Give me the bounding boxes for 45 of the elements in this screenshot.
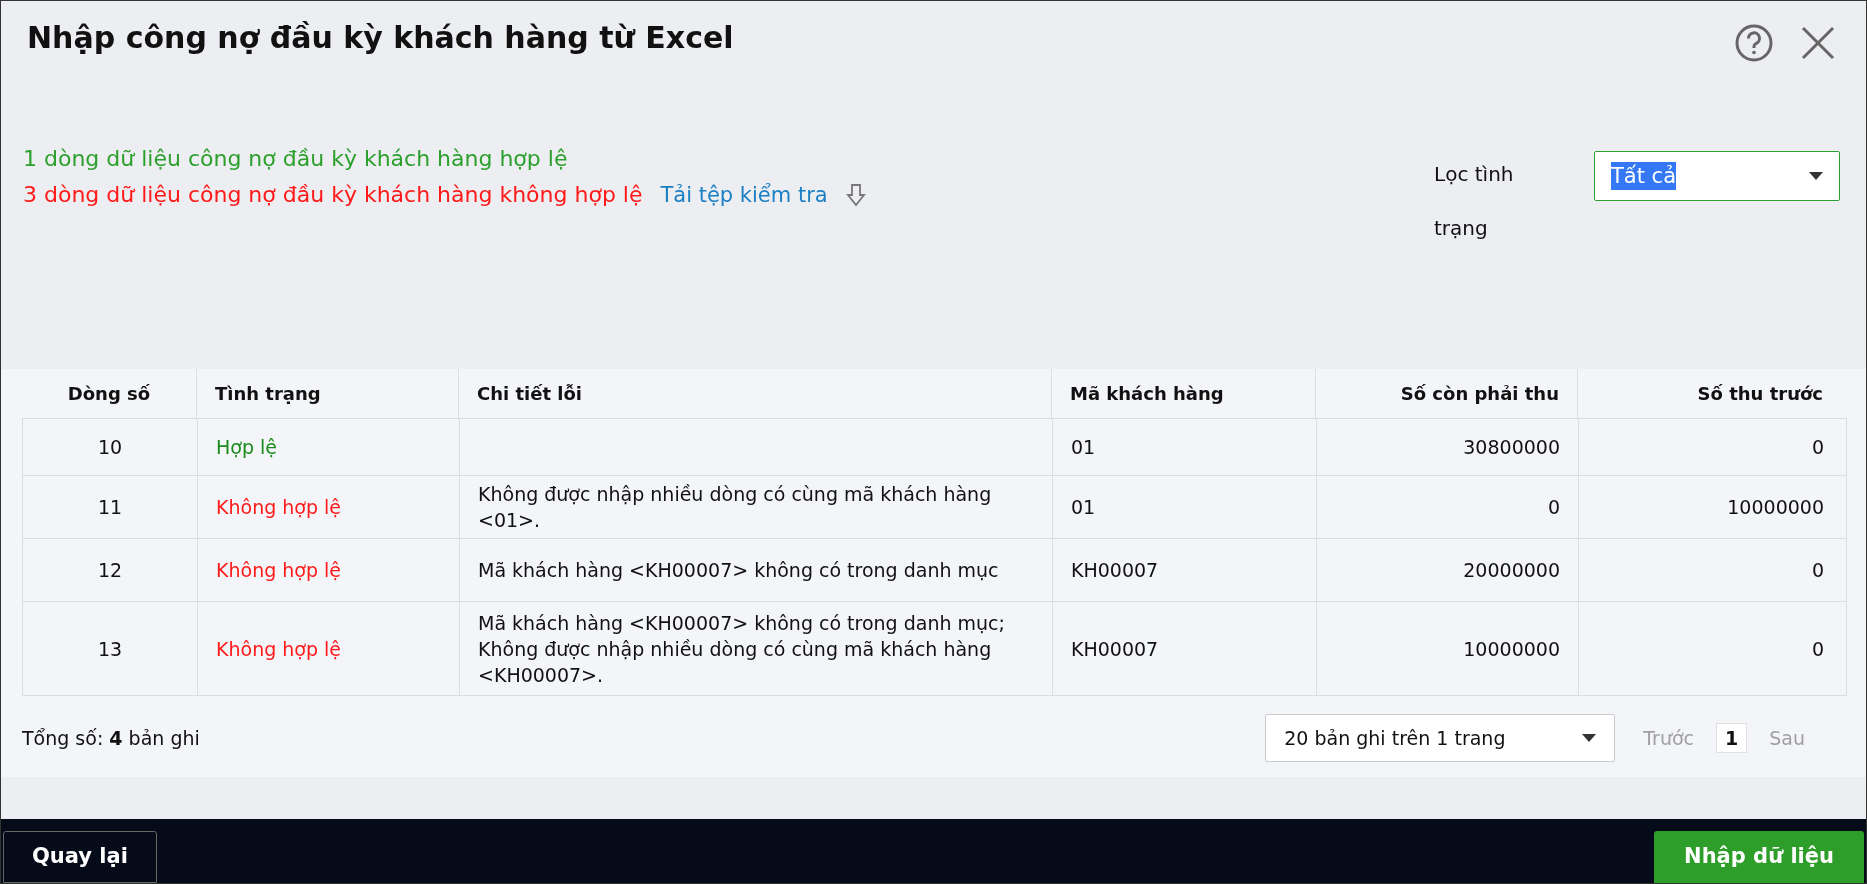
column-header: Dòng số bbox=[22, 369, 197, 418]
column-header: Tình trạng bbox=[197, 369, 459, 418]
download-arrow-icon[interactable] bbox=[845, 183, 866, 207]
invalid-rows-message: 3 dòng dữ liệu công nợ đầu kỳ khách hàng không hợp lệ bbox=[23, 181, 643, 209]
table-cell: 11 bbox=[23, 476, 198, 538]
table-cell: 13 bbox=[23, 602, 198, 695]
help-icon[interactable] bbox=[1734, 23, 1774, 63]
table-cell: 01 bbox=[1053, 419, 1317, 475]
table-cell: 10 bbox=[23, 419, 198, 475]
status-text: Hợp lệ bbox=[198, 419, 460, 475]
error-detail-text: Mã khách hàng <KH00007> không có trong danh mục; Không được nhập nhiều dòng có cùng mã khách hàng <KH00007>. bbox=[460, 602, 1053, 695]
dialog-title: Nhập công nợ đầu kỳ khách hàng từ Excel bbox=[27, 19, 734, 57]
column-header: Chi tiết lỗi bbox=[459, 369, 1052, 418]
table-cell-text: 0 bbox=[1810, 636, 1825, 662]
import-data-button[interactable]: Nhập dữ liệu bbox=[1654, 831, 1864, 883]
caret-icon bbox=[1809, 172, 1823, 180]
column-header: Mã khách hàng bbox=[1052, 369, 1316, 418]
table-cell-text: 0 bbox=[1810, 558, 1825, 583]
error-detail-text: Không được nhập nhiều dòng có cùng mã khách hàng <01>. bbox=[460, 476, 1053, 538]
table-cell: 12 bbox=[23, 539, 198, 601]
page-number-button[interactable]: 1 bbox=[1716, 723, 1748, 753]
status-text: Không hợp lệ bbox=[198, 476, 460, 538]
status-text: Không hợp lệ bbox=[198, 539, 460, 601]
table-cell: KH00007 bbox=[1053, 602, 1317, 695]
status-text: Không hợp lệ bbox=[198, 602, 460, 695]
table-cell: 10000000 bbox=[1317, 602, 1579, 695]
total-records-text: Tổng số: 4 bản ghi bbox=[22, 725, 200, 751]
table-cell: 0 bbox=[1317, 476, 1579, 538]
status-filter-select[interactable]: Tất cả bbox=[1594, 151, 1840, 201]
error-detail-text: Mã khách hàng <KH00007> không có trong danh mục bbox=[460, 539, 1053, 601]
valid-rows-message: 1 dòng dữ liệu công nợ đầu kỳ khách hàng hợp lệ bbox=[23, 145, 569, 173]
page-size-select[interactable]: 20 bản ghi trên 1 trang bbox=[1265, 714, 1616, 762]
table-cell-text: 0 bbox=[1810, 435, 1825, 460]
table-cell: 20000000 bbox=[1317, 539, 1579, 601]
table-cell: 01 bbox=[1053, 476, 1317, 538]
download-check-file-link[interactable]: Tải tệp kiểm tra bbox=[660, 177, 828, 213]
close-icon[interactable] bbox=[1800, 25, 1836, 61]
filter-status-label: Lọc tình trạng bbox=[1434, 161, 1515, 242]
table-cell-text: 10000000 bbox=[1726, 495, 1825, 520]
column-header: Số thu trước bbox=[1696, 381, 1824, 406]
caret-icon bbox=[1582, 734, 1597, 742]
column-header: Số còn phải thu bbox=[1316, 369, 1578, 418]
back-button[interactable]: Quay lại bbox=[3, 831, 157, 883]
table-cell: 30800000 bbox=[1317, 419, 1579, 475]
table-cell: KH00007 bbox=[1053, 539, 1317, 601]
